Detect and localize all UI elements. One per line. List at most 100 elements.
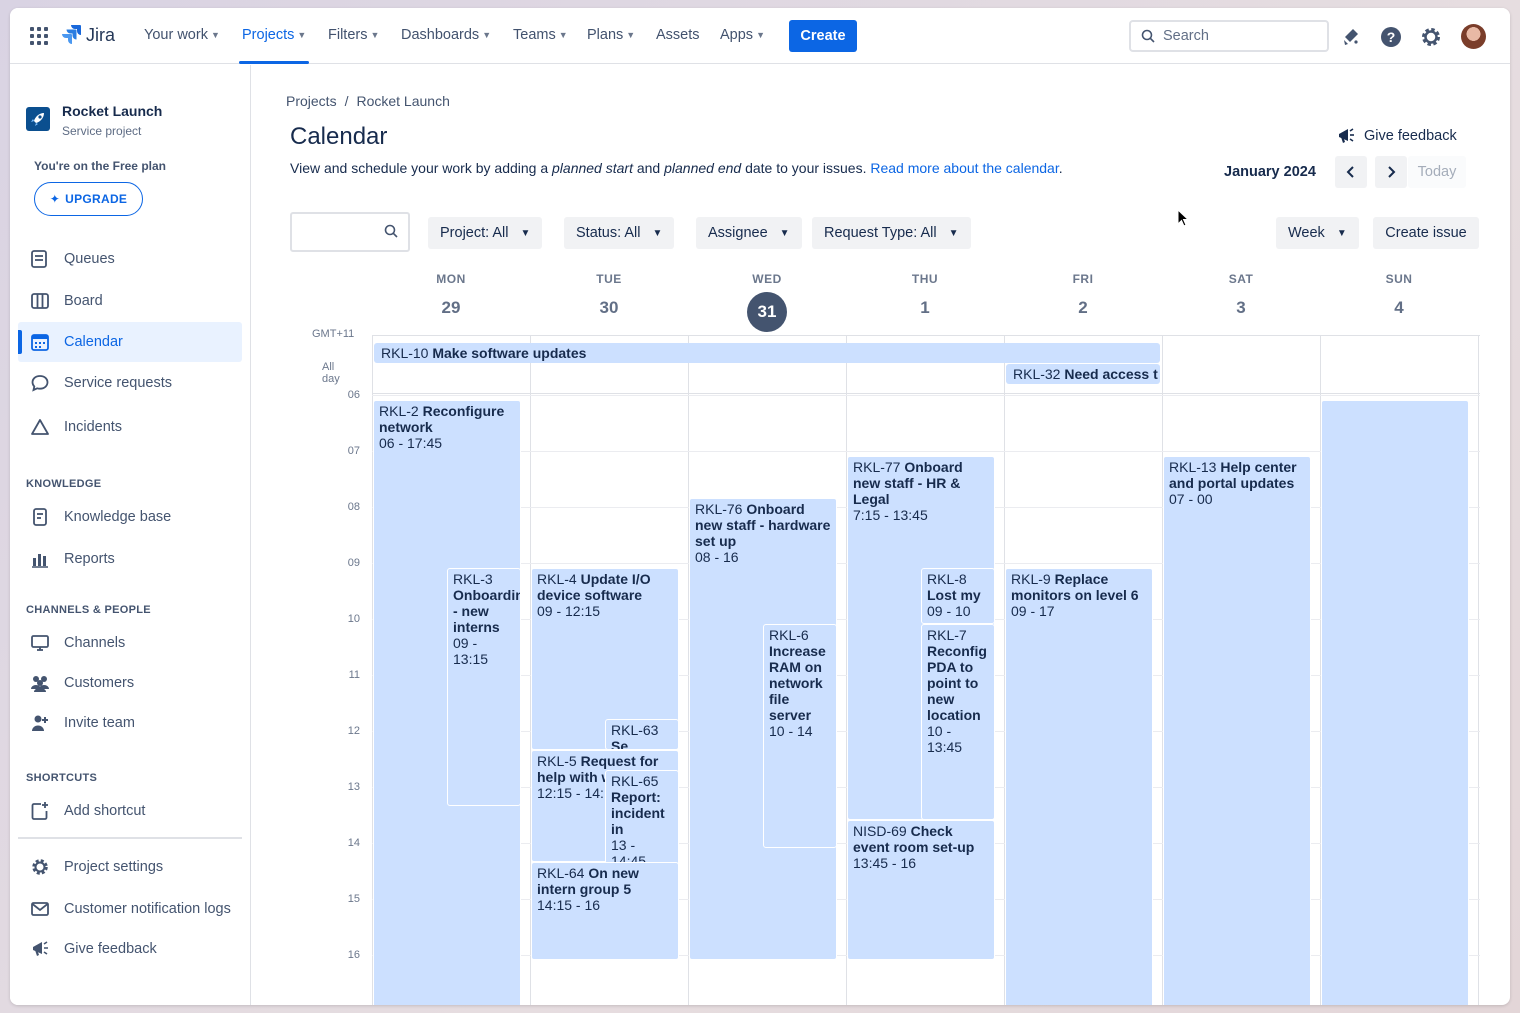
- chevron-down-icon: ▼: [482, 30, 492, 40]
- search-input[interactable]: [1163, 28, 1313, 44]
- request-type-filter[interactable]: Request Type: All ▼: [812, 217, 971, 249]
- settings-icon[interactable]: [1420, 26, 1442, 48]
- status-filter-label: Status: All: [576, 225, 641, 241]
- calendar-event[interactable]: RKL-7 Reconfig PDA to point to new locat…: [921, 624, 995, 820]
- nav-dashboards[interactable]: Dashboards ▼: [401, 27, 491, 43]
- calendar-event[interactable]: RKL-6 Increase RAM on network file serve…: [763, 624, 837, 848]
- nav-filters[interactable]: Filters ▼: [328, 27, 379, 43]
- project-header[interactable]: Rocket Launch Service project: [26, 103, 162, 138]
- breadcrumb-project[interactable]: Rocket Launch: [356, 93, 449, 109]
- nav-assets[interactable]: Assets: [656, 27, 700, 43]
- calendar-event[interactable]: RKL-9 Replace monitors on level 6 09 - 17: [1005, 568, 1153, 1005]
- event-key: RKL-7: [927, 627, 967, 643]
- project-filter[interactable]: Project: All ▼: [428, 217, 543, 249]
- upgrade-button[interactable]: ✦ UPGRADE: [34, 182, 143, 216]
- event-time: 13:45 - 16: [853, 855, 917, 871]
- event-time: 09 - 17: [1011, 603, 1055, 619]
- help-icon[interactable]: ?: [1380, 26, 1402, 48]
- sidebar-item-label: Add shortcut: [64, 803, 146, 819]
- sidebar-item-channels[interactable]: Channels: [18, 623, 242, 663]
- chevron-down-icon: ▼: [756, 30, 765, 40]
- sidebar-item-label: Invite team: [64, 715, 135, 731]
- all-day-event[interactable]: RKL-10 Make software updates: [374, 343, 1160, 363]
- event-key: RKL-10: [381, 345, 429, 361]
- sidebar-item-incidents[interactable]: Incidents: [18, 407, 242, 447]
- calendar-event[interactable]: RKL-13 Help center and portal updates 07 …: [1163, 456, 1311, 1005]
- day-date[interactable]: 30: [530, 298, 688, 318]
- chevron-down-icon: ▼: [626, 30, 636, 40]
- nav-teams[interactable]: Teams ▼: [513, 27, 568, 43]
- event-time: 09 - 13:15: [453, 635, 489, 667]
- calendar-event-block[interactable]: [1321, 400, 1469, 1005]
- calendar-event[interactable]: NISD-69 Check event room set-up 13:45 - 1…: [847, 820, 995, 960]
- breadcrumb-projects[interactable]: Projects: [286, 93, 337, 109]
- sidebar-item-queues[interactable]: Queues: [18, 239, 242, 279]
- status-filter[interactable]: Status: All ▼: [564, 217, 675, 249]
- sidebar-item-give-feedback[interactable]: Give feedback: [18, 929, 242, 969]
- create-issue-button[interactable]: Create issue: [1373, 217, 1479, 249]
- sidebar-item-label: Project settings: [64, 859, 164, 875]
- sidebar-item-reports[interactable]: Reports: [18, 539, 242, 579]
- project-name: Rocket Launch: [62, 103, 163, 119]
- sidebar-item-invite-team[interactable]: Invite team: [18, 703, 242, 743]
- day-header-wed: WED 31: [688, 272, 846, 332]
- breadcrumb: Projects / Rocket Launch: [286, 93, 450, 109]
- user-avatar[interactable]: [1461, 24, 1486, 49]
- search-box[interactable]: [1129, 20, 1329, 52]
- nav-apps[interactable]: Apps ▼: [720, 27, 765, 43]
- event-key: RKL-76: [695, 501, 743, 517]
- nav-your-work[interactable]: Your work ▼: [144, 27, 220, 43]
- read-more-link[interactable]: Read more about the calendar: [870, 160, 1058, 176]
- calendar-search-field[interactable]: [290, 212, 410, 252]
- assignee-filter[interactable]: Assignee ▼: [696, 217, 802, 249]
- sidebar-item-label: Customer notification logs: [64, 901, 231, 917]
- chevron-down-icon: ▼: [1336, 227, 1347, 239]
- day-date[interactable]: 4: [1320, 298, 1478, 318]
- create-button[interactable]: Create: [789, 20, 857, 52]
- next-week-button[interactable]: [1375, 156, 1407, 188]
- svg-text:?: ?: [1387, 29, 1396, 45]
- book-icon: [30, 507, 50, 527]
- event-key: RKL-65: [611, 772, 659, 789]
- day-column-divider: [1478, 335, 1479, 1005]
- give-feedback-button[interactable]: Give feedback: [1336, 127, 1457, 145]
- nav-apps-label: Apps: [720, 27, 754, 43]
- project-filter-label: Project: All: [440, 225, 509, 241]
- day-date[interactable]: 2: [1004, 298, 1162, 318]
- calendar-event[interactable]: RKL-3 Onboardin - new interns 09 - 13:15: [447, 568, 521, 806]
- sidebar-item-service-requests[interactable]: Service requests: [18, 363, 242, 403]
- day-date[interactable]: 3: [1162, 298, 1320, 318]
- today-date[interactable]: 31: [747, 292, 787, 332]
- month-label: January 2024: [1224, 164, 1316, 180]
- sidebar-item-calendar[interactable]: Calendar: [18, 322, 242, 362]
- nav-dashboards-label: Dashboards: [401, 27, 480, 43]
- sidebar-item-project-settings[interactable]: Project settings: [18, 847, 242, 887]
- event-key: RKL-13: [1169, 459, 1217, 475]
- jira-logo[interactable]: Jira: [62, 24, 115, 46]
- day-date[interactable]: 29: [372, 298, 530, 318]
- event-time: 7:15 - 13:45: [853, 507, 928, 523]
- sidebar-item-notification-logs[interactable]: Customer notification logs: [18, 889, 242, 929]
- sidebar-item-add-shortcut[interactable]: Add shortcut: [18, 791, 242, 831]
- nav-projects[interactable]: Projects ▼: [242, 27, 306, 43]
- nav-plans[interactable]: Plans ▼: [587, 27, 635, 43]
- sidebar-item-board[interactable]: Board: [18, 281, 242, 321]
- mail-icon: [30, 899, 50, 919]
- all-day-event[interactable]: RKL-32 Need access t: [1006, 364, 1160, 384]
- today-button[interactable]: Today: [1408, 156, 1466, 188]
- calendar-event[interactable]: RKL-8 Lost my 09 - 10: [921, 568, 995, 624]
- sidebar-item-knowledge-base[interactable]: Knowledge base: [18, 497, 242, 537]
- desc-text: View and schedule your work by adding a: [290, 160, 553, 176]
- day-date[interactable]: 1: [846, 298, 1004, 318]
- calendar-event[interactable]: RKL-63 Se: [605, 719, 679, 750]
- notifications-icon[interactable]: [1340, 26, 1362, 48]
- sidebar-item-customers[interactable]: Customers: [18, 663, 242, 703]
- app-switcher-icon[interactable]: [30, 27, 48, 45]
- hour-label: 13: [347, 781, 360, 793]
- previous-week-button[interactable]: [1335, 156, 1367, 188]
- calendar-event[interactable]: RKL-64 On new intern group 5 14:15 - 16: [531, 862, 679, 960]
- chevron-down-icon: ▼: [297, 30, 307, 40]
- hour-gridline: [372, 395, 1480, 396]
- page-title: Calendar: [290, 123, 388, 150]
- view-selector[interactable]: Week ▼: [1276, 217, 1359, 249]
